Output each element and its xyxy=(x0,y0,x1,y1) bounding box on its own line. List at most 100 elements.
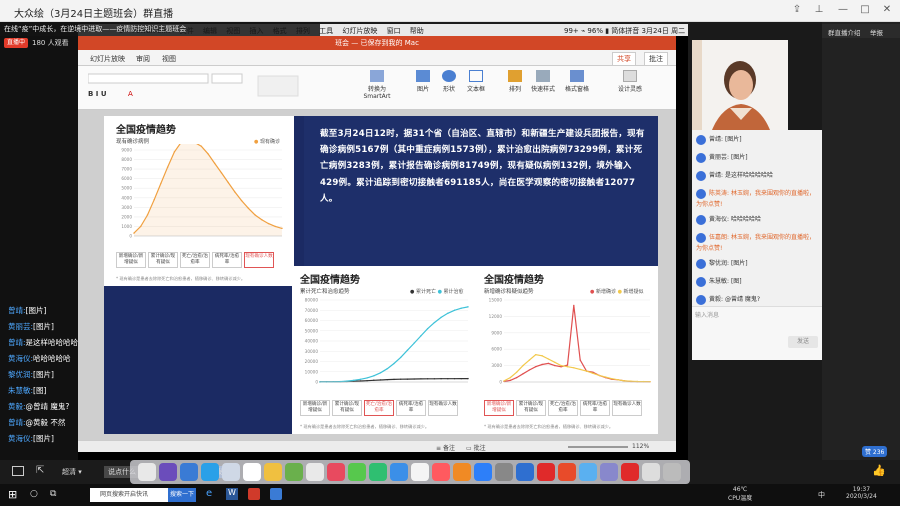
chart-tab[interactable]: 死亡/治愈/治愈率 xyxy=(548,400,578,416)
report-link[interactable]: 举报 xyxy=(870,27,883,37)
tab-view[interactable]: 视图 xyxy=(162,54,176,64)
picture-button[interactable]: 图片 xyxy=(412,70,434,93)
chart-tab[interactable]: 新增确诊/新增疑似 xyxy=(484,400,514,416)
dock-app-icon[interactable] xyxy=(495,463,513,481)
maximize-icon[interactable]: □ xyxy=(858,3,872,17)
dock-app-icon[interactable] xyxy=(159,463,177,481)
dock-app-icon[interactable] xyxy=(201,463,219,481)
chat-item[interactable]: 黄海仪: 哈哈哈哈哈 xyxy=(696,214,818,225)
chat-input[interactable]: 输入消息 xyxy=(692,307,822,360)
dock-app-icon[interactable] xyxy=(243,463,261,481)
dock-app-icon[interactable] xyxy=(222,463,240,481)
pin-icon[interactable]: ⊥ xyxy=(812,3,826,17)
chart-tab[interactable]: 病死率/治愈率 xyxy=(396,400,426,416)
dock-app-icon[interactable] xyxy=(642,463,660,481)
textbox-button[interactable]: 文本框 xyxy=(464,70,488,93)
dock-app-icon[interactable] xyxy=(390,463,408,481)
avatar[interactable] xyxy=(696,294,706,305)
format-pane-button[interactable]: 格式窗格 xyxy=(562,70,592,93)
chat-item[interactable]: 黄毅: @曾靖 魔鬼? xyxy=(696,294,818,305)
chart-tab[interactable]: 死亡/治愈/治愈率 xyxy=(364,400,394,416)
dock-app-icon[interactable] xyxy=(306,463,324,481)
dock-app-icon[interactable] xyxy=(180,463,198,481)
screen-icon[interactable] xyxy=(12,466,24,476)
dock-app-icon[interactable] xyxy=(411,463,429,481)
webcam-video[interactable] xyxy=(692,40,788,130)
send-button[interactable]: 发送 xyxy=(788,336,818,348)
chart-tab[interactable]: 累计确诊/现有疑似 xyxy=(516,400,546,416)
avatar[interactable] xyxy=(696,232,706,243)
taskbar-search-button[interactable]: 搜索一下 xyxy=(168,488,196,502)
avatar[interactable] xyxy=(696,214,706,225)
chart-tab[interactable]: 现有确诊人数 xyxy=(428,400,458,416)
word-icon[interactable]: W xyxy=(226,488,238,500)
chart-tab[interactable]: 新增确诊/新增疑似 xyxy=(300,400,330,416)
quick-style-button[interactable]: 快速样式 xyxy=(528,70,558,93)
slide[interactable]: 全国疫情趋势 现有确诊病例 ● 现有确诊 0 1000 2000 3000 4000 50… xyxy=(104,116,658,434)
chat-item[interactable]: 陈英涛: 林玉婉，我来围观你的直播啦，为你点赞! xyxy=(696,188,818,208)
app-icon-2[interactable] xyxy=(270,488,282,500)
design-ideas-button[interactable]: 设计灵感 xyxy=(618,70,642,93)
chart-tab[interactable]: 累计确诊/现有疑似 xyxy=(332,400,362,416)
dock-app-icon[interactable] xyxy=(348,463,366,481)
tab-review[interactable]: 审阅 xyxy=(136,54,150,64)
avatar[interactable] xyxy=(696,134,706,145)
arrange-button[interactable]: 排列 xyxy=(504,70,526,93)
chart-tab[interactable]: 病死率/治愈率 xyxy=(212,252,242,268)
edge-icon[interactable]: e xyxy=(206,488,212,499)
avatar[interactable] xyxy=(696,188,706,199)
start-icon[interactable]: ⊞ xyxy=(8,488,17,501)
dock-app-icon[interactable] xyxy=(453,463,471,481)
avatar[interactable] xyxy=(696,152,706,163)
dock-app-icon[interactable] xyxy=(579,463,597,481)
avatar[interactable] xyxy=(696,276,706,287)
chat-item[interactable]: 黄丽芸: [图片] xyxy=(696,152,818,163)
dock-app-icon[interactable] xyxy=(663,463,681,481)
dock-app-icon[interactable] xyxy=(600,463,618,481)
avatar[interactable] xyxy=(696,258,706,269)
share-screen-icon[interactable]: ⇱ xyxy=(36,465,44,476)
avatar[interactable] xyxy=(696,170,706,181)
dock-app-icon[interactable] xyxy=(138,463,156,481)
notes-button[interactable]: ≡ 备注 xyxy=(436,443,455,452)
chat-item[interactable]: 曾靖: 是这样哈哈哈哈哈 xyxy=(696,170,818,181)
comment-button[interactable]: 批注 xyxy=(644,52,668,66)
zoom-slider[interactable] xyxy=(568,446,628,448)
dock-app-icon[interactable] xyxy=(264,463,282,481)
chat-item[interactable]: 朱慧敏: [图] xyxy=(696,276,818,287)
chat-item[interactable]: 黎优润: [图片] xyxy=(696,258,818,269)
dock-app-icon[interactable] xyxy=(621,463,639,481)
chart-tab[interactable]: 累计确诊/现有疑似 xyxy=(148,252,178,268)
chart-tab[interactable]: 病死率/治愈率 xyxy=(580,400,610,416)
chart-tab[interactable]: 死亡/治愈/治愈率 xyxy=(180,252,210,268)
minimize-icon[interactable]: — xyxy=(836,3,850,17)
dock-app-icon[interactable] xyxy=(285,463,303,481)
comments-status-button[interactable]: ▭ 批注 xyxy=(466,443,486,452)
live-intro-link[interactable]: 群直播介绍 xyxy=(828,27,861,37)
ime-indicator[interactable]: 中 xyxy=(818,490,825,500)
dock-app-icon[interactable] xyxy=(474,463,492,481)
dock-app-icon[interactable] xyxy=(327,463,345,481)
tab-slideshow[interactable]: 幻灯片放映 xyxy=(90,54,125,64)
dock-app-icon[interactable] xyxy=(558,463,576,481)
search-taskbar-icon[interactable]: ○ xyxy=(30,489,38,499)
chat-item[interactable]: 曾靖: [图片] xyxy=(696,134,818,145)
app-icon-1[interactable] xyxy=(248,488,260,500)
close-icon[interactable]: ✕ xyxy=(880,3,894,17)
share-icon[interactable]: ⇪ xyxy=(790,3,804,17)
dock-app-icon[interactable] xyxy=(537,463,555,481)
chart-tab[interactable]: 新增确诊/新增疑似 xyxy=(116,252,146,268)
quality-select[interactable]: 超清 ▾ xyxy=(62,467,82,477)
chat-item[interactable]: 伍嘉朗: 林玉婉，我来围观你的直播啦，为你点赞! xyxy=(696,232,818,252)
like-icon[interactable]: 👍 xyxy=(872,464,886,477)
dock-app-icon[interactable] xyxy=(516,463,534,481)
chart-tab[interactable]: 现有确诊人数 xyxy=(612,400,642,416)
dock-app-icon[interactable] xyxy=(369,463,387,481)
chart-tab[interactable]: 现有确诊人数 xyxy=(244,252,274,268)
smartart-button[interactable]: 转换为SmartArt xyxy=(356,70,398,100)
share-button[interactable]: 共享 xyxy=(612,52,636,66)
shape-button[interactable]: 形状 xyxy=(438,70,460,93)
taskbar-search-input[interactable]: 网页搜索开启快讯 xyxy=(90,488,168,502)
taskview-icon[interactable]: ⧉ xyxy=(50,489,56,499)
dock-app-icon[interactable] xyxy=(432,463,450,481)
